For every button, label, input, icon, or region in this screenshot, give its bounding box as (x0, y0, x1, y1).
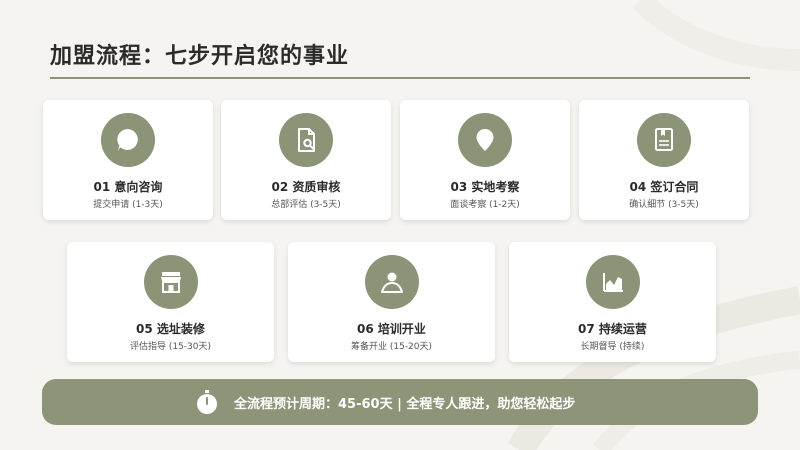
title-divider (50, 77, 750, 79)
step-subtitle: 筹备开业 (15-20天) (350, 342, 433, 352)
step-card-consult: 01 意向咨询 提交申请 (1-3天) (43, 100, 213, 220)
step-title: 01 意向咨询 (93, 180, 163, 194)
step-title: 02 资质审核 (271, 180, 341, 194)
step-subtitle: 面谈考察 (1-2天) (450, 200, 520, 210)
step-title: 05 选址装修 (136, 322, 205, 336)
step-title: 03 实地考察 (450, 180, 520, 194)
location-pin-icon (458, 113, 512, 167)
step-card-contract: 04 签订合同 确认细节 (3-5天) (579, 100, 749, 220)
storefront-icon (143, 255, 198, 309)
step-title: 06 培训开业 (357, 322, 426, 336)
summary-banner: 全流程预计周期：45-60天 | 全程专人跟进，助您轻松起步 (42, 379, 758, 425)
person-training-icon (364, 255, 419, 309)
stopwatch-icon (197, 390, 217, 414)
step-subtitle: 提交申请 (1-3天) (93, 200, 163, 210)
step-card-training: 06 培训开业 筹备开业 (15-20天) (288, 242, 495, 362)
contract-book-icon (637, 113, 691, 167)
step-title: 04 签订合同 (629, 180, 699, 194)
page-title: 加盟流程：七步开启您的事业 (50, 44, 350, 69)
step-subtitle: 评估指导 (15-30天) (129, 342, 212, 352)
chat-bubble-icon (101, 113, 155, 167)
step-subtitle: 总部评估 (3-5天) (271, 200, 341, 210)
step-card-operation: 07 持续运营 长期督导 (持续) (509, 242, 716, 362)
step-card-review: 02 资质审核 总部评估 (3-5天) (221, 100, 391, 220)
growth-chart-icon (585, 255, 640, 309)
step-subtitle: 长期督导 (持续) (580, 342, 645, 352)
step-card-site: 05 选址装修 评估指导 (15-30天) (67, 242, 274, 362)
step-subtitle: 确认细节 (3-5天) (629, 200, 699, 210)
document-search-icon (279, 113, 333, 167)
summary-text: 全流程预计周期：45-60天 | 全程专人跟进，助您轻松起步 (234, 397, 576, 412)
step-card-visit: 03 实地考察 面谈考察 (1-2天) (400, 100, 570, 220)
step-title: 07 持续运营 (578, 322, 647, 336)
